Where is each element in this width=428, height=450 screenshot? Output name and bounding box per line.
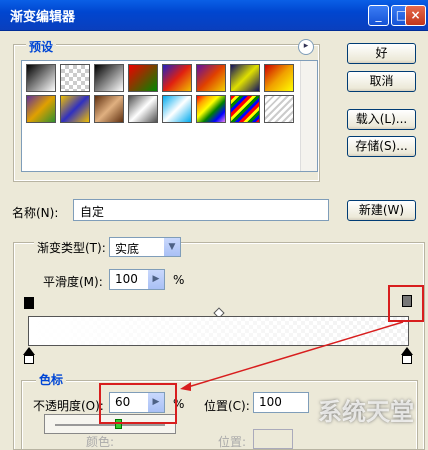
- annotation-arrow: [180, 321, 404, 391]
- watermark: 系统天堂: [318, 398, 414, 426]
